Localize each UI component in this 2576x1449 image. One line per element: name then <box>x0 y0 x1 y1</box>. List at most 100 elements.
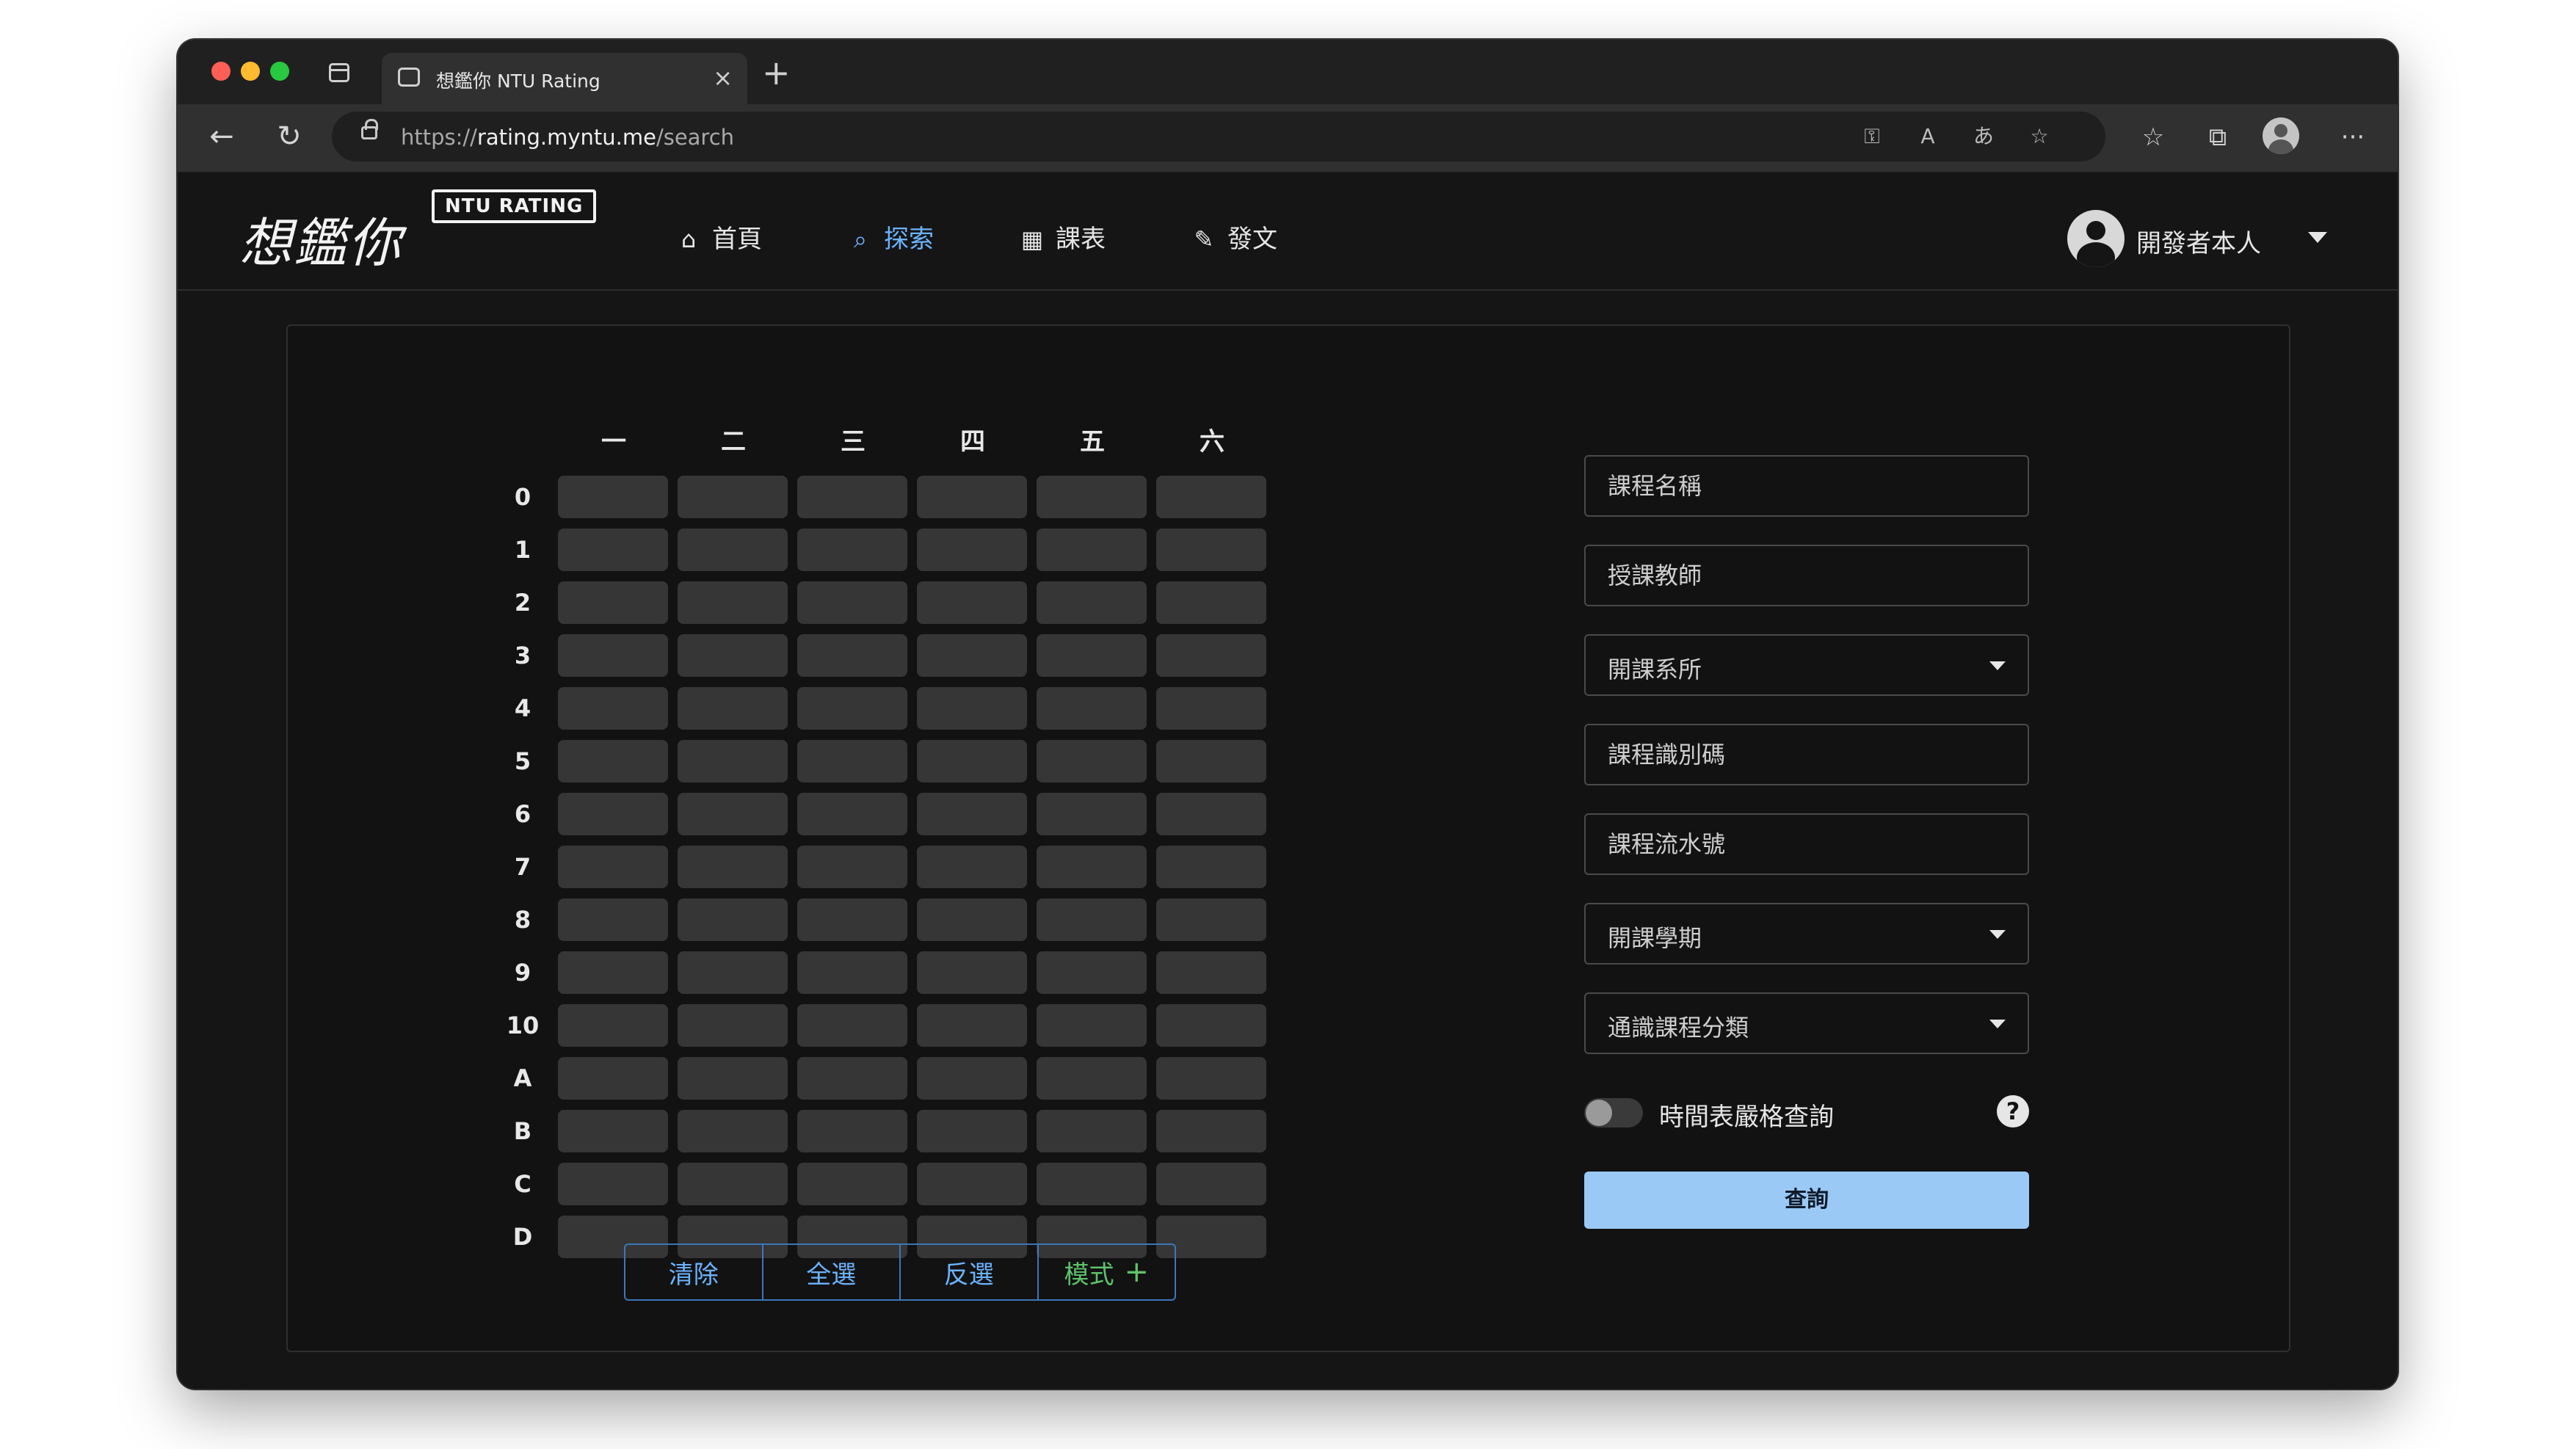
period-label[interactable]: 6 <box>501 800 545 828</box>
timetable-cell[interactable] <box>1037 793 1147 835</box>
browser-tab[interactable]: 想鑑你 NTU Rating × <box>382 53 747 104</box>
timetable-cell[interactable] <box>917 687 1027 730</box>
timetable-cell[interactable] <box>558 898 668 941</box>
timetable-cell[interactable] <box>678 846 788 888</box>
timetable-cell[interactable] <box>917 529 1027 571</box>
timetable-cell[interactable] <box>558 740 668 782</box>
timetable-cell[interactable] <box>797 476 907 518</box>
period-label[interactable]: B <box>501 1117 545 1145</box>
timetable-cell[interactable] <box>1156 846 1266 888</box>
teacher-input[interactable] <box>1586 546 2028 605</box>
timetable-cell[interactable] <box>678 951 788 994</box>
select-all-button[interactable]: 全選 <box>763 1245 901 1299</box>
course-id-input[interactable] <box>1586 725 2028 784</box>
timetable-cell[interactable] <box>1156 898 1266 941</box>
timetable-cell[interactable] <box>678 740 788 782</box>
day-header[interactable]: 三 <box>797 421 909 457</box>
day-header[interactable]: 一 <box>558 421 670 457</box>
period-label[interactable]: D <box>501 1223 545 1251</box>
profile-icon[interactable] <box>2263 117 2299 154</box>
timetable-cell[interactable] <box>797 687 907 730</box>
more-icon[interactable]: ··· <box>2334 119 2371 156</box>
timetable-cell[interactable] <box>558 529 668 571</box>
user-menu-caret-icon[interactable] <box>2308 232 2327 243</box>
serial-number-input[interactable] <box>1586 815 2028 874</box>
timetable-cell[interactable] <box>917 476 1027 518</box>
timetable-cell[interactable] <box>558 1110 668 1152</box>
timetable-cell[interactable] <box>797 1004 907 1047</box>
course-name-field[interactable] <box>1584 455 2029 517</box>
timetable-cell[interactable] <box>1037 846 1147 888</box>
timetable-cell[interactable] <box>1037 687 1147 730</box>
timetable-cell[interactable] <box>1156 529 1266 571</box>
timetable-cell[interactable] <box>1156 951 1266 994</box>
timetable-cell[interactable] <box>1037 476 1147 518</box>
close-window-button[interactable] <box>211 62 231 81</box>
timetable-cell[interactable] <box>558 1163 668 1205</box>
tab-actions-icon[interactable] <box>329 63 349 82</box>
period-label[interactable]: 1 <box>501 536 545 564</box>
timetable-cell[interactable] <box>678 1057 788 1100</box>
timetable-cell[interactable] <box>1037 529 1147 571</box>
timetable-cell[interactable] <box>797 1163 907 1205</box>
timetable-cell[interactable] <box>1037 1057 1147 1100</box>
period-label[interactable]: 3 <box>501 642 545 669</box>
timetable-cell[interactable] <box>1156 793 1266 835</box>
nav-home[interactable]: ⌂ 首頁 <box>674 219 762 254</box>
timetable-cell[interactable] <box>678 793 788 835</box>
timetable-cell[interactable] <box>797 529 907 571</box>
timetable-cell[interactable] <box>678 581 788 624</box>
close-tab-icon[interactable]: × <box>713 63 733 92</box>
timetable-cell[interactable] <box>917 951 1027 994</box>
translate-icon[interactable]: あ <box>1967 120 2000 153</box>
timetable-cell[interactable] <box>678 476 788 518</box>
timetable-cell[interactable] <box>558 1004 668 1047</box>
timetable-cell[interactable] <box>917 634 1027 677</box>
clear-button[interactable]: 清除 <box>625 1245 763 1299</box>
timetable-cell[interactable] <box>678 1004 788 1047</box>
timetable-cell[interactable] <box>678 634 788 677</box>
timetable-cell[interactable] <box>917 846 1027 888</box>
timetable-cell[interactable] <box>1037 634 1147 677</box>
period-label[interactable]: 5 <box>501 747 545 775</box>
timetable-cell[interactable] <box>1156 740 1266 782</box>
timetable-cell[interactable] <box>1037 951 1147 994</box>
timetable-cell[interactable] <box>797 1057 907 1100</box>
add-favorite-icon[interactable]: ☆ <box>2023 120 2056 153</box>
timetable-cell[interactable] <box>917 1004 1027 1047</box>
timetable-cell[interactable] <box>558 793 668 835</box>
timetable-cell[interactable] <box>917 1057 1027 1100</box>
period-label[interactable]: 10 <box>501 1012 545 1039</box>
address-bar[interactable]: https://rating.myntu.me/search ⚿ A あ ☆ <box>332 112 2105 161</box>
url-text[interactable]: https://rating.myntu.me/search <box>401 125 734 150</box>
timetable-cell[interactable] <box>1156 634 1266 677</box>
key-icon[interactable]: ⚿ <box>1856 120 1888 153</box>
back-button[interactable]: ← <box>203 117 241 156</box>
user-name[interactable]: 開發者本人 <box>2136 223 2261 259</box>
timetable-cell[interactable] <box>1037 898 1147 941</box>
timetable-cell[interactable] <box>797 740 907 782</box>
lock-icon[interactable] <box>361 119 378 139</box>
nav-explore[interactable]: ⌕ 探索 <box>846 219 934 254</box>
minimize-window-button[interactable] <box>241 62 260 81</box>
timetable-cell[interactable] <box>797 581 907 624</box>
course-id-field[interactable] <box>1584 724 2029 785</box>
timetable-cell[interactable] <box>1156 1163 1266 1205</box>
logo-badge[interactable]: NTU RATING <box>432 189 597 223</box>
timetable-cell[interactable] <box>917 898 1027 941</box>
period-label[interactable]: 7 <box>501 853 545 881</box>
period-label[interactable]: A <box>501 1064 545 1092</box>
timetable-cell[interactable] <box>558 951 668 994</box>
period-label[interactable]: 4 <box>501 694 545 722</box>
timetable-cell[interactable] <box>678 687 788 730</box>
timetable-cell[interactable] <box>558 1057 668 1100</box>
reload-button[interactable]: ↻ <box>270 117 308 156</box>
timetable-cell[interactable] <box>917 1110 1027 1152</box>
semester-select[interactable]: 開課學期 <box>1584 903 2029 965</box>
timetable-cell[interactable] <box>558 476 668 518</box>
timetable-cell[interactable] <box>1037 581 1147 624</box>
timetable-cell[interactable] <box>797 951 907 994</box>
teacher-field[interactable] <box>1584 545 2029 606</box>
timetable-cell[interactable] <box>558 581 668 624</box>
help-icon[interactable]: ? <box>1997 1095 2029 1127</box>
